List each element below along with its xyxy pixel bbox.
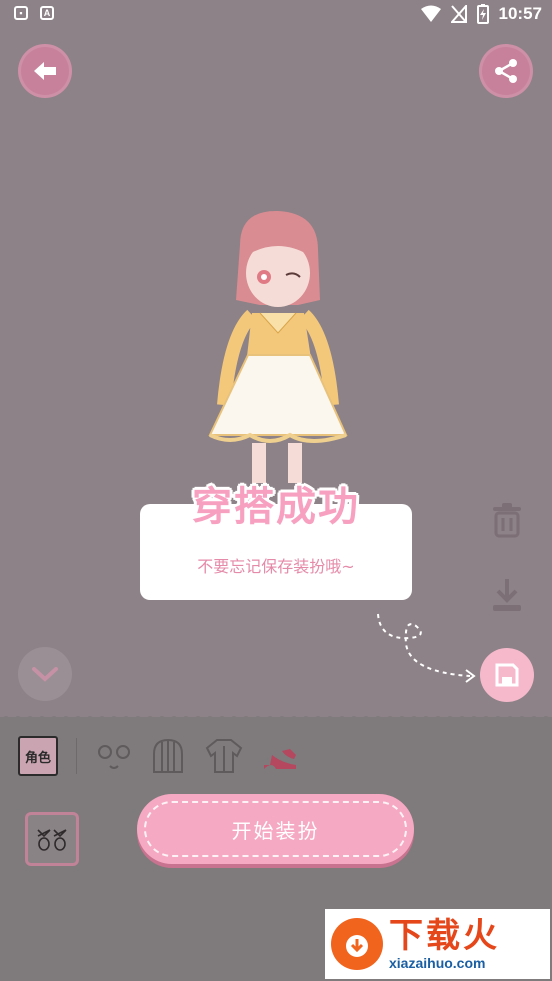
share-icon: [495, 59, 517, 83]
notification-icon: ▪: [14, 6, 28, 20]
save-icon: [495, 663, 519, 687]
watermark: 下载火 xiazaihuo.com: [325, 909, 550, 979]
collapse-button[interactable]: [18, 647, 72, 701]
watermark-url: xiazaihuo.com: [389, 955, 486, 971]
coat-icon: [205, 739, 243, 773]
watermark-title: 下载火: [389, 916, 500, 956]
hair-icon: [153, 738, 183, 773]
back-button[interactable]: [18, 44, 72, 98]
current-eyes-thumbnail[interactable]: [25, 812, 79, 866]
flame-logo-icon: [346, 935, 368, 957]
share-button[interactable]: [479, 44, 533, 98]
status-right: 10:57: [420, 4, 542, 24]
eyes-icon: [37, 829, 67, 851]
start-button-label: 开始装扮: [231, 818, 320, 843]
toast-subtitle: 不要忘记保存装扮哦~: [197, 557, 355, 576]
status-bar: ▪ A 10:57: [0, 0, 552, 32]
battery-charging-icon: [476, 4, 489, 24]
save-button[interactable]: [480, 648, 534, 702]
high-heel-icon: [264, 749, 296, 769]
character-illustration: [208, 210, 348, 483]
watermark-text: 下载火 xiazaihuo.com: [389, 917, 500, 971]
wifi-icon: [420, 5, 441, 22]
tab-divider: [76, 738, 77, 774]
face-icon: [98, 745, 130, 769]
category-tabs: 角色: [0, 730, 552, 780]
back-arrow-icon: [34, 62, 56, 80]
tab-shoes[interactable]: [258, 734, 302, 778]
watermark-logo: [331, 918, 383, 970]
chevron-down-icon: [32, 667, 58, 682]
tab-clothes[interactable]: [202, 734, 246, 778]
hint-arrow-icon: [377, 613, 476, 683]
trash-icon: [493, 503, 521, 538]
toast-title: 穿搭成功: [192, 484, 360, 530]
tab-hair[interactable]: [146, 734, 190, 778]
status-notifications: ▪ A: [14, 6, 54, 20]
no-signal-icon: [450, 5, 467, 23]
status-time: 10:57: [498, 4, 542, 23]
tab-face[interactable]: [92, 734, 136, 778]
app-notification-icon: A: [40, 6, 54, 20]
download-icon: [493, 579, 521, 611]
download-button[interactable]: [487, 575, 527, 615]
tab-role[interactable]: 角色: [18, 736, 58, 776]
delete-button[interactable]: [487, 500, 527, 540]
start-dressup-button[interactable]: 开始装扮: [137, 794, 414, 864]
